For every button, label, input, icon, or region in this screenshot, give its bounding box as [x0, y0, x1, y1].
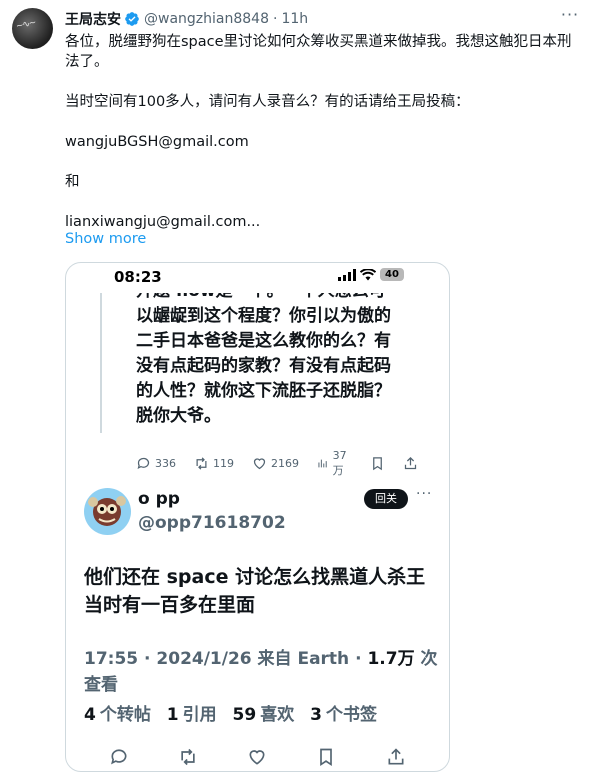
stat-label[interactable]: 引用 [183, 705, 217, 725]
reply-author-name[interactable]: o pp [138, 489, 180, 509]
heart-icon [253, 458, 266, 470]
show-more-link[interactable]: Show more [65, 231, 146, 247]
reply-icon[interactable] [109, 747, 129, 767]
reply-author-handle[interactable]: @opp71618702 [138, 513, 286, 533]
stat-number: 59 [232, 705, 257, 725]
phone-status-bar: 08:23 40 [66, 263, 449, 291]
reply-icon [137, 457, 150, 470]
reply-stats: 4 个转帖 1 引用 59 喜欢 3 个书签 [84, 700, 387, 725]
battery-icon: 40 [380, 268, 404, 281]
stat-number: 1 [166, 705, 179, 725]
more-options-icon[interactable]: ··· [560, 7, 580, 28]
stat-number: 3 [310, 705, 322, 725]
more-options-icon[interactable]: ··· [416, 486, 432, 502]
tweet-email: wangjuBGSH@gmail.com [65, 134, 249, 150]
tweet-paragraph: 各位，脱缰野狗在space里讨论如何众筹收买黑道来做掉我。我想这触犯日本刑法了。 [65, 34, 572, 70]
repost-icon[interactable] [178, 747, 198, 767]
tweet-text: 各位，脱缰野狗在space里讨论如何众筹收买黑道来做掉我。我想这触犯日本刑法了。… [65, 32, 580, 232]
stat-label[interactable]: 喜欢 [260, 705, 294, 725]
repost-action[interactable]: 119 [194, 456, 234, 471]
stat-label[interactable]: 个转帖 [100, 705, 151, 725]
header-separator: · [272, 11, 278, 27]
tweet-paragraph: 当时空间有100多人，请问有人录音么？有的话请给王局投稿： [65, 94, 470, 110]
verified-badge-icon [125, 12, 139, 26]
repost-count: 119 [213, 457, 234, 470]
tweet-paragraph: 和 [65, 174, 80, 190]
like-action[interactable]: 2169 [252, 456, 299, 471]
quoted-tweet-text: 开题 .low是一个。一个人怎么可 以龌龊到这个程度？你引以为傲的 二手日本爸爸… [136, 293, 436, 429]
share-icon[interactable] [386, 747, 406, 767]
status-time: 08:23 [114, 268, 162, 286]
wifi-icon [360, 268, 376, 280]
reply-count: 336 [155, 457, 176, 470]
quoted-line: 二手日本爸爸是这么教你的么？有 [136, 331, 391, 351]
reply-action[interactable]: 336 [136, 456, 176, 471]
author-name[interactable]: 王局志安 [65, 9, 121, 29]
quoted-line: 的人性？就你这下流胚子还脱脂？ [136, 381, 391, 401]
follow-back-button[interactable]: 回关 [364, 489, 408, 509]
share-action[interactable] [403, 456, 418, 471]
author-handle[interactable]: @wangzhian8848 [144, 11, 269, 27]
reply-views-count: 1.7万 [367, 649, 415, 669]
tweet-email: lianxiwangju@gmail.com... [65, 214, 261, 230]
cartoon-avatar-icon [88, 496, 126, 526]
bookmark-action[interactable] [370, 456, 385, 471]
quoted-line: 没有点起码的家教？有没有点起码 [136, 356, 391, 376]
views-icon [318, 459, 327, 468]
author-avatar[interactable]: ~∿~ [12, 8, 53, 49]
attached-screenshot[interactable]: 08:23 40 开题 .low是一个。一个人怎么可 以龌龊到这个程度？你引以为… [65, 262, 450, 772]
quoted-action-bar: 336 119 2169 37万 [136, 449, 436, 478]
reply-meta: 17:55 · 2024/1/26 来自 Earth · 1.7万 次查看 [84, 646, 439, 698]
reply-text: 他们还在 space 讨论怎么找黑道人杀王 当时有一百多在里面 [84, 566, 426, 616]
bookmark-icon [373, 457, 382, 471]
stat-number: 4 [84, 705, 96, 725]
stat-label[interactable]: 个书签 [326, 705, 377, 725]
heart-icon[interactable] [247, 747, 267, 767]
quoted-line: 以龌龊到这个程度？你引以为傲的 [136, 306, 391, 326]
thread-line [100, 293, 102, 433]
views-action[interactable]: 37万 [317, 449, 352, 478]
tweet-header: 王局志安 @wangzhian8848 · 11h [65, 9, 308, 29]
quoted-line-clipped: 开题 .low是一个。一个人怎么可 [136, 293, 386, 304]
bookmark-icon[interactable] [316, 747, 336, 767]
status-icons: 40 [338, 268, 404, 281]
tweet-time[interactable]: 11h [281, 11, 308, 27]
like-count: 2169 [271, 457, 299, 470]
repost-icon [196, 457, 207, 470]
share-icon [404, 456, 417, 470]
views-count: 37万 [332, 449, 347, 477]
avatar-scrawl: ~∿~ [15, 18, 37, 32]
signal-icon [338, 268, 356, 281]
reply-timestamp: 17:55 · 2024/1/26 来自 Earth · [84, 649, 368, 669]
reply-author-avatar[interactable] [84, 488, 131, 535]
quoted-line: 脱你大爷。 [136, 406, 221, 426]
